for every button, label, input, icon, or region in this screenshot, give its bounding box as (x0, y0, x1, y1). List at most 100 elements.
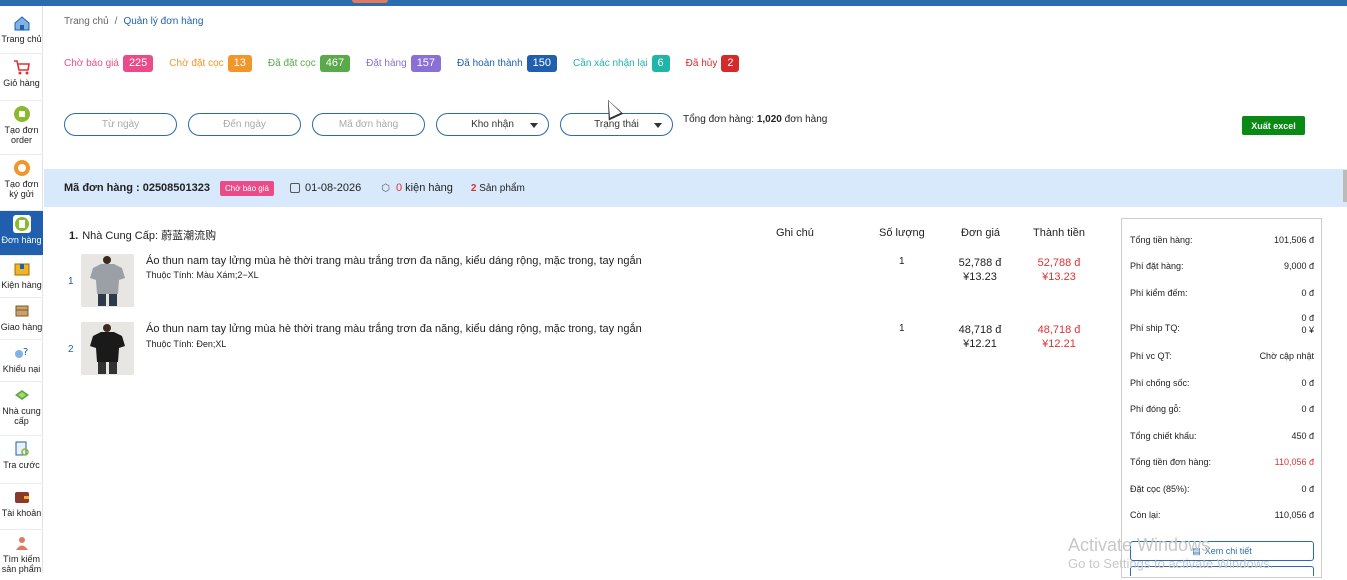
warehouse-select[interactable]: Kho nhận (436, 113, 549, 136)
status-cho-bao-gia[interactable]: Chờ báo giá 225 (64, 55, 154, 72)
status-count-badge: 2 (721, 55, 740, 72)
sidebar-item-delivery[interactable]: Giao hàng (0, 298, 43, 340)
summary-row: Tổng chiết khấu: 450 đ (1130, 431, 1314, 441)
summary-value: 101,506 đ (1273, 235, 1314, 245)
product-name[interactable]: Áo thun nam tay lửng mùa hè thời trang m… (146, 323, 642, 335)
status-da-hoan-thanh[interactable]: Đã hoàn thành 150 (457, 55, 558, 72)
status-cho-dat-coc[interactable]: Chờ đặt cọc 13 (169, 55, 252, 72)
summary-row: Tổng tiền đơn hàng: 110,056 đ (1130, 457, 1314, 467)
status-label: Chờ báo giá (64, 58, 119, 69)
consign-icon (13, 159, 31, 177)
order-products: 2 Sản phẩm (471, 183, 525, 194)
sidebar-item-home[interactable]: Trang chủ (0, 10, 43, 54)
line-total-cny: ¥12.21 (1042, 338, 1076, 350)
sidebar-item-label: Tạo đơn order (4, 125, 39, 145)
summary-value: 0 đ0 ¥ (1301, 312, 1314, 336)
status-label: Đã đặt cọc (267, 58, 316, 69)
row-index: 2 (68, 344, 74, 355)
summary-label: Tổng tiền đơn hàng: (1130, 457, 1211, 467)
breadcrumb: Trang chủ / Quản lý đơn hàng (64, 16, 203, 27)
summary-value: Chờ cập nhật (1259, 351, 1314, 361)
unit-price-vnd: 52,788 đ (958, 257, 1002, 269)
chevron-down-icon (530, 123, 538, 128)
summary-row: Đặt cọc (85%): 0 đ (1130, 484, 1314, 494)
sidebar-item-label: Tạo đơn ký gửi (4, 179, 39, 199)
sidebar-item-label: Tìm kiếm sản phẩm (1, 554, 42, 574)
sidebar-item-consign[interactable]: Tạo đơn ký gửi (0, 155, 43, 211)
sidebar-item-packages[interactable]: Kiện hàng (0, 256, 43, 298)
sidebar-item-label: Giao hàng (0, 322, 43, 332)
summary-value-vnd: 0 đ (1301, 313, 1314, 323)
line-total-cny: ¥13.23 (1042, 271, 1076, 283)
status-count-badge: 13 (227, 55, 252, 72)
order-id: Mã đơn hàng : 02508501323 (64, 182, 210, 194)
sidebar-item-complaint[interactable]: ? Khiếu nại (0, 340, 43, 382)
product-attributes: Thuộc Tính: Màu Xám;2−XL (146, 270, 259, 280)
sidebar-item-cart[interactable]: Giỏ hàng (0, 54, 43, 101)
total-orders-count: 1,020 (756, 114, 782, 125)
product-search-icon (13, 534, 31, 552)
column-header-qty: Số lượng (879, 227, 925, 239)
product-name[interactable]: Áo thun nam tay lửng mùa hè thời trang m… (146, 255, 642, 267)
breadcrumb-home[interactable]: Trang chủ (64, 16, 109, 27)
scrollbar-thumb[interactable] (1343, 170, 1347, 202)
product-attributes: Thuộc Tính: Đen;XL (146, 339, 227, 349)
summary-label: Tổng tiền hàng: (1130, 235, 1193, 245)
wallet-icon (13, 488, 31, 506)
column-header-note: Ghi chú (776, 227, 814, 239)
fee-lookup-icon (13, 440, 31, 458)
from-date-input[interactable]: Từ ngày (64, 113, 177, 136)
unit-price: 52,788 đ ¥13.23 (950, 256, 1010, 284)
breadcrumb-separator: / (114, 16, 118, 27)
total-orders-prefix: Tổng đơn hàng: (683, 114, 757, 125)
summary-row: Phí ship TQ: 0 đ0 ¥ (1130, 312, 1314, 336)
product-qty: 1 (899, 256, 905, 267)
warehouse-select-label: Kho nhận (471, 119, 514, 130)
line-total: 52,788 đ ¥13.23 (1029, 256, 1089, 284)
packages-label: kiện hàng (402, 182, 453, 194)
summary-label: Phí kiểm đếm: (1130, 288, 1188, 298)
status-label: Đã hủy (685, 58, 718, 69)
summary-value: 0 đ (1301, 378, 1314, 388)
product-qty: 1 (899, 323, 905, 334)
summary-row: Còn lại: 110,056 đ (1130, 510, 1314, 520)
summary-row: Phí chống sốc: 0 đ (1130, 378, 1314, 388)
windows-activation-watermark: Activate Windows Go to Settings to activ… (1068, 534, 1273, 572)
sidebar-item-create-order[interactable]: Tạo đơn order (0, 101, 43, 155)
delivery-icon (13, 302, 31, 320)
status-da-dat-coc[interactable]: Đã đặt cọc 467 (267, 55, 351, 72)
summary-label: Phí ship TQ: (1130, 323, 1180, 333)
row-index: 1 (68, 276, 74, 287)
status-count-badge: 6 (651, 55, 670, 72)
sidebar-item-label: Tài khoản (1, 508, 42, 518)
summary-label: Phí đóng gỗ: (1130, 404, 1182, 414)
sidebar-item-label: Đơn hàng (1, 235, 42, 245)
sidebar-item-supplier[interactable]: Nhà cung cấp (0, 382, 43, 436)
product-thumbnail[interactable] (81, 322, 134, 375)
line-total-vnd: 52,788 đ (1037, 257, 1081, 269)
sidebar-item-label: Trang chủ (1, 34, 42, 44)
status-label: Chờ đặt cọc (169, 58, 224, 69)
status-select-label: Trạng thái (594, 119, 639, 130)
export-excel-button[interactable]: Xuất excel (1242, 116, 1305, 135)
summary-value: 0 đ (1301, 484, 1314, 494)
status-count-badge: 157 (410, 55, 442, 72)
sidebar-item-orders[interactable]: Đơn hàng (0, 211, 43, 256)
watermark-title: Activate Windows (1068, 535, 1211, 555)
order-code-input[interactable]: Mã đơn hàng (312, 113, 425, 136)
products-label: Sản phẩm (476, 182, 525, 194)
status-can-xac-nhan-lai[interactable]: Cần xác nhận lại 6 (573, 55, 670, 72)
summary-label: Còn lại: (1130, 510, 1161, 520)
status-da-huy[interactable]: Đã hủy 2 (686, 55, 740, 72)
product-thumbnail[interactable] (81, 254, 134, 307)
sidebar-item-fee-lookup[interactable]: Tra cước (0, 436, 43, 484)
summary-label: Phí chống sốc: (1130, 378, 1190, 388)
package-icon (13, 260, 31, 278)
summary-value: 450 đ (1291, 431, 1314, 441)
to-date-input[interactable]: Đến ngày (188, 113, 301, 136)
status-dat-hang[interactable]: Đặt hàng 157 (366, 55, 442, 72)
total-orders-suffix: đơn hàng (781, 114, 828, 125)
cart-icon (13, 58, 31, 76)
order-status-badge: Chờ báo giá (220, 180, 274, 196)
sidebar-item-account[interactable]: Tài khoản (0, 484, 43, 530)
